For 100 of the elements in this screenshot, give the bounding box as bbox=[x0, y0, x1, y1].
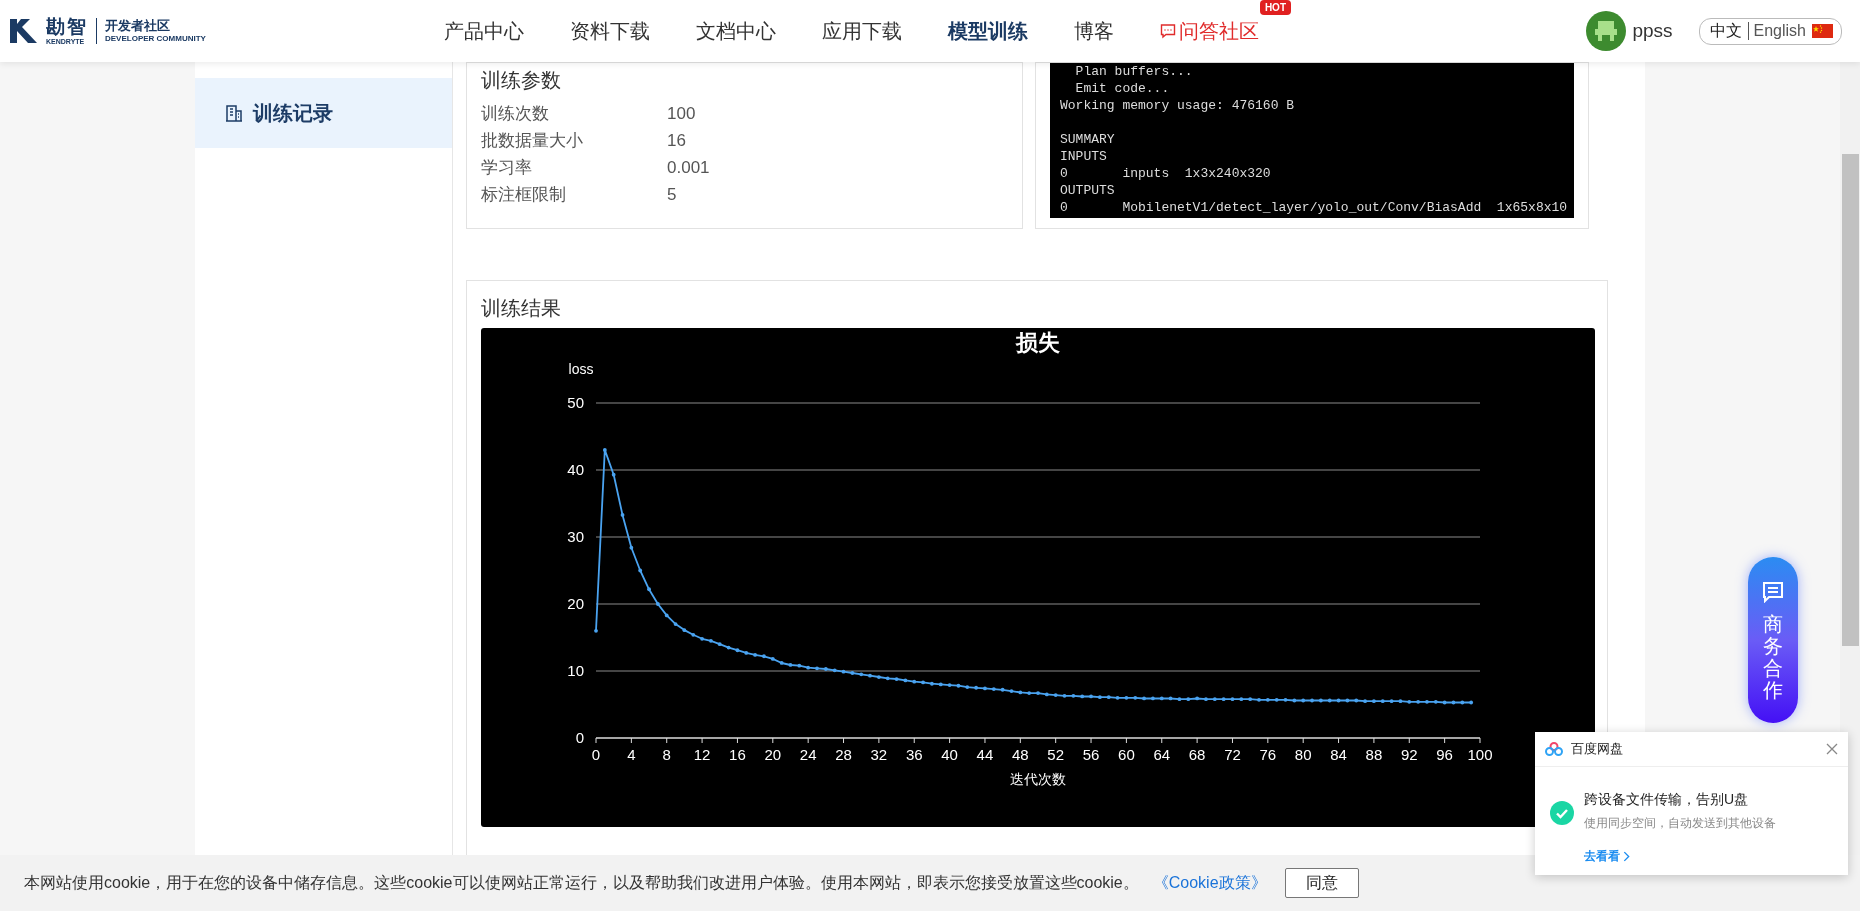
data-point bbox=[1036, 691, 1040, 695]
x-tick-label: 96 bbox=[1436, 746, 1453, 763]
card-title: 训练参数 bbox=[481, 68, 562, 93]
logo-icon bbox=[8, 17, 38, 45]
nav-link[interactable]: 文档中心 bbox=[696, 17, 776, 45]
close-icon[interactable] bbox=[1826, 743, 1838, 755]
data-point bbox=[1257, 697, 1261, 702]
data-point bbox=[930, 681, 934, 686]
data-point bbox=[1327, 698, 1332, 703]
sidebar-item[interactable]: 训练记录 bbox=[195, 78, 452, 148]
x-tick-label: 0 bbox=[591, 746, 601, 763]
log-line: Working memory usage: 476160 B bbox=[1060, 97, 1296, 114]
data-point bbox=[841, 669, 846, 674]
x-tick-label: 56 bbox=[1082, 746, 1100, 763]
data-point bbox=[1115, 695, 1120, 700]
data-point bbox=[629, 545, 634, 550]
data-point bbox=[1310, 698, 1314, 703]
nav-link[interactable]: 产品中心 bbox=[444, 17, 524, 45]
view-link[interactable]: 去看看 bbox=[1584, 848, 1776, 865]
cookie-policy-link[interactable]: 《Cookie政策》 bbox=[1152, 872, 1267, 894]
data-point bbox=[938, 682, 943, 687]
data-point bbox=[1265, 697, 1270, 702]
x-tick-label: 72 bbox=[1224, 746, 1241, 763]
building-icon bbox=[225, 104, 243, 122]
avatar-icon bbox=[1586, 11, 1627, 51]
logo-community-subtitle: DEVELOPER COMMUNITY bbox=[105, 35, 206, 43]
data-point bbox=[1186, 697, 1191, 702]
data-point bbox=[1363, 699, 1367, 704]
data-point bbox=[726, 645, 731, 650]
user-name[interactable]: ppss bbox=[1632, 20, 1673, 42]
x-tick-label: 84 bbox=[1330, 746, 1347, 763]
data-point bbox=[965, 685, 970, 689]
x-tick-label: 44 bbox=[976, 746, 994, 763]
language-option[interactable]: English bbox=[1747, 22, 1806, 40]
data-point bbox=[673, 622, 678, 626]
data-point bbox=[974, 685, 978, 690]
data-point bbox=[885, 676, 890, 681]
x-axis-label: 迭代次数 bbox=[1010, 771, 1066, 787]
data-point bbox=[1460, 700, 1465, 705]
nav-link[interactable]: 模型训练 bbox=[948, 17, 1028, 45]
x-tick-label: 24 bbox=[799, 746, 817, 763]
data-point bbox=[717, 642, 722, 647]
log-line: SUMMARY bbox=[1060, 131, 1116, 148]
nav-link[interactable]: 应用下载 bbox=[822, 17, 902, 45]
data-point bbox=[1283, 697, 1288, 702]
y-tick-label: 30 bbox=[567, 528, 584, 545]
data-point bbox=[832, 668, 837, 673]
data-point bbox=[664, 613, 669, 618]
parameter-value: 100 bbox=[667, 103, 696, 125]
data-point bbox=[903, 678, 908, 683]
data-point bbox=[1204, 697, 1208, 702]
data-point bbox=[815, 666, 819, 671]
nav-link[interactable]: 资料下载 bbox=[570, 17, 650, 45]
data-point bbox=[1062, 693, 1067, 698]
nav-link[interactable]: 博客 bbox=[1074, 17, 1114, 45]
data-point bbox=[638, 568, 643, 573]
parameter-label: 批数据量大小 bbox=[481, 130, 584, 152]
data-point bbox=[611, 472, 616, 477]
data-point bbox=[1098, 695, 1102, 700]
data-point bbox=[1053, 693, 1058, 697]
data-point bbox=[877, 675, 881, 679]
data-point bbox=[594, 628, 598, 633]
data-point bbox=[1195, 696, 1199, 701]
contact-button[interactable]: 商务合作 bbox=[1748, 557, 1798, 723]
data-point bbox=[779, 661, 784, 665]
data-point bbox=[894, 677, 899, 681]
chat-icon bbox=[1160, 23, 1176, 39]
data-point bbox=[1442, 700, 1447, 705]
data-point bbox=[1372, 699, 1376, 704]
data-point bbox=[753, 653, 757, 657]
log-line: INPUTS bbox=[1060, 148, 1108, 165]
data-point bbox=[656, 602, 660, 606]
data-point bbox=[1345, 698, 1350, 703]
data-point bbox=[991, 687, 996, 691]
x-tick-label: 60 bbox=[1118, 746, 1135, 763]
x-tick-label: 80 bbox=[1294, 746, 1312, 763]
x-tick-label: 16 bbox=[729, 746, 746, 763]
log-line: Emit code... bbox=[1074, 80, 1171, 97]
data-point bbox=[1133, 695, 1138, 700]
data-point bbox=[1398, 699, 1403, 704]
x-tick-label: 4 bbox=[627, 746, 636, 763]
data-point bbox=[1389, 699, 1394, 704]
data-point bbox=[1018, 690, 1023, 695]
data-point bbox=[1248, 697, 1253, 702]
parameter-value: 16 bbox=[667, 130, 686, 152]
data-point bbox=[1106, 695, 1111, 700]
data-point bbox=[1177, 697, 1182, 702]
x-tick-label: 92 bbox=[1400, 746, 1418, 763]
data-point bbox=[850, 671, 855, 675]
data-point bbox=[770, 657, 775, 661]
hot-badge: HOT bbox=[1259, 0, 1291, 15]
language-option[interactable]: 中文 bbox=[1709, 20, 1742, 42]
data-point bbox=[983, 686, 987, 691]
data-point bbox=[1230, 697, 1235, 702]
data-point bbox=[1142, 696, 1146, 701]
data-point bbox=[1336, 698, 1341, 703]
data-point bbox=[620, 513, 625, 517]
app-name: 百度网盘 bbox=[1571, 740, 1623, 758]
agree-button[interactable]: 同意 bbox=[1284, 868, 1359, 898]
data-point bbox=[1433, 699, 1438, 704]
